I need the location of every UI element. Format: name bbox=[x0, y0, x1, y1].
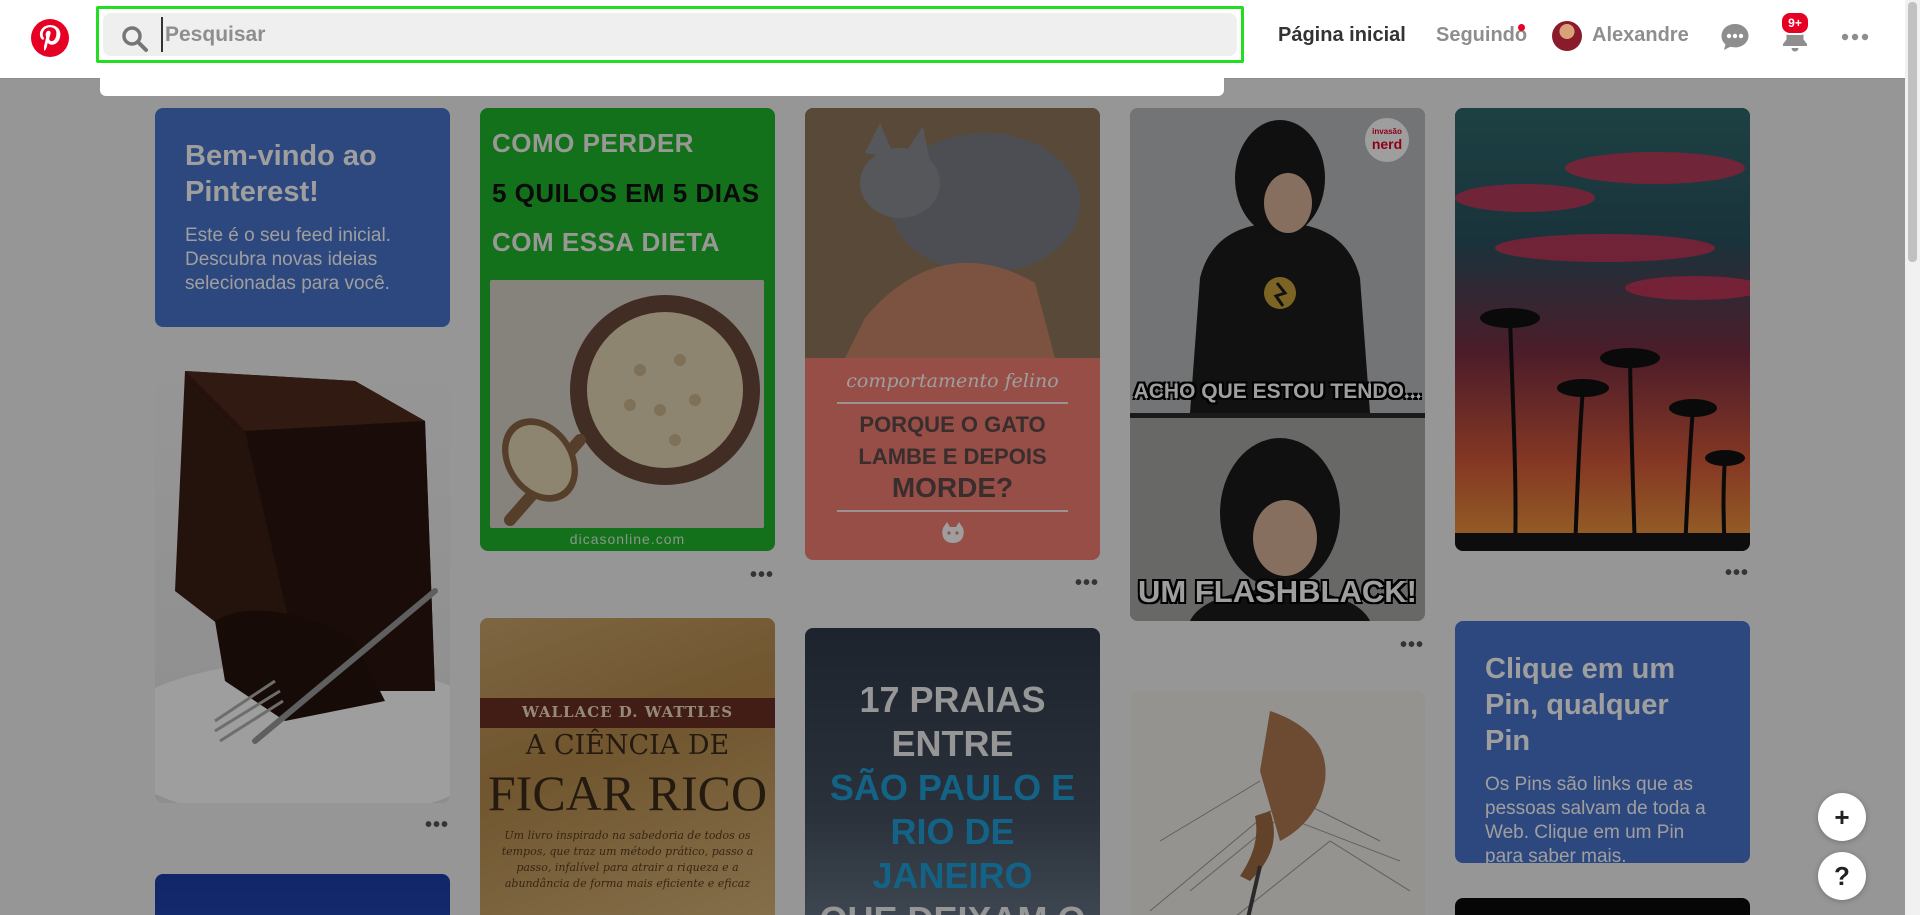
top-navigation-bar: Página inicial Seguindo Alexandre 9+ bbox=[0, 0, 1905, 78]
pin-cat[interactable]: comportamento felino PORQUE O GATO LAMBE… bbox=[805, 108, 1100, 560]
more-options-icon[interactable] bbox=[1838, 20, 1872, 54]
cat-subtitle: comportamento felino bbox=[846, 370, 1059, 392]
divider bbox=[837, 510, 1068, 512]
drawing-photo bbox=[1130, 691, 1425, 915]
diet-headline-1: COMO PERDER bbox=[492, 128, 694, 158]
meme-caption-top: ACHO QUE ESTOU TENDO... bbox=[1133, 380, 1422, 403]
pin-more-button[interactable]: ••• bbox=[1400, 635, 1424, 655]
search-input[interactable] bbox=[161, 17, 1223, 52]
beach-headline-5: JANEIRO bbox=[872, 855, 1033, 896]
pin-beaches[interactable]: 17 PRAIAS ENTRE SÃO PAULO E RIO DE JANEI… bbox=[805, 628, 1100, 915]
search-icon bbox=[122, 26, 148, 52]
cat-headline-3: MORDE? bbox=[891, 472, 1014, 503]
welcome-card[interactable]: Bem-vindo ao Pinterest! Este é o seu fee… bbox=[155, 108, 450, 327]
diet-headline-3: COM ESSA DIETA bbox=[492, 227, 721, 257]
diet-caption: dicasonline.com bbox=[569, 531, 686, 547]
beach-headline-2: ENTRE bbox=[891, 723, 1014, 764]
search-suggestions-dropdown bbox=[100, 78, 1224, 96]
pin-more-button[interactable]: ••• bbox=[425, 815, 449, 835]
notification-badge: 9+ bbox=[1780, 11, 1810, 35]
nav-profile-link[interactable]: Alexandre bbox=[1592, 24, 1689, 47]
beach-headline-1: 17 PRAIAS bbox=[859, 679, 1046, 720]
click-pin-card[interactable]: Clique em um Pin, qualquer Pin Os Pins s… bbox=[1455, 621, 1750, 863]
beach-headline-4: RIO DE bbox=[890, 811, 1015, 852]
divider bbox=[837, 402, 1068, 404]
beach-headline-6: QUE DEIXAM O bbox=[805, 898, 1100, 915]
welcome-card-title: Bem-vindo ao Pinterest! bbox=[185, 140, 377, 208]
pin-chocolate-cake[interactable] bbox=[155, 361, 450, 803]
avatar[interactable] bbox=[1552, 21, 1582, 51]
book-title-line-2: FICAR RICO bbox=[487, 765, 768, 821]
palm-sunset-photo bbox=[1455, 108, 1750, 551]
invasao-nerd-logo: invasão nerd bbox=[1365, 118, 1409, 162]
pin-drawing[interactable] bbox=[1130, 691, 1425, 915]
diet-headline-2: 5 QUILOS EM 5 DIAS bbox=[492, 178, 760, 208]
pin-more-button[interactable]: ••• bbox=[750, 565, 774, 585]
pinterest-logo-icon[interactable] bbox=[30, 18, 70, 58]
cat-headline-1: PORQUE O GATO bbox=[859, 412, 1046, 437]
oats-photo bbox=[490, 280, 764, 528]
book-subtitle: Um livro inspirado na sabedoria de todos… bbox=[501, 829, 754, 890]
book-author: WALLACE D. WATTLES bbox=[521, 703, 734, 721]
flash-photo-bottom: UM FLASHBLACK! bbox=[1130, 418, 1425, 621]
add-pin-button[interactable]: + bbox=[1818, 793, 1866, 841]
pin-diet[interactable]: COMO PERDER 5 QUILOS EM 5 DIAS COM ESSA … bbox=[480, 108, 775, 551]
search-box[interactable] bbox=[103, 13, 1237, 56]
beach-headline-3: SÃO PAULO E bbox=[829, 767, 1076, 808]
pin-flash-meme[interactable]: invasão nerd ACHO QUE ESTOU TENDO... UM … bbox=[1130, 108, 1425, 621]
pin-night-photo[interactable] bbox=[155, 874, 450, 915]
nav-home-link[interactable]: Página inicial bbox=[1278, 24, 1406, 47]
following-unread-dot bbox=[1518, 24, 1525, 31]
book-title-line-1: A CIÊNCIA DE bbox=[525, 730, 730, 761]
cat-headline-2: LAMBE E DEPOIS bbox=[858, 444, 1047, 469]
click-pin-card-text: Os Pins são links que as pessoas salvam … bbox=[1485, 774, 1706, 863]
search-bar-highlight bbox=[96, 6, 1244, 63]
pin-more-button[interactable]: ••• bbox=[1075, 573, 1099, 593]
nav-following-link[interactable]: Seguindo bbox=[1436, 24, 1527, 47]
pin-book[interactable]: WALLACE D. WATTLES A CIÊNCIA DE FICAR RI… bbox=[480, 618, 775, 915]
pin-palm-sunset[interactable] bbox=[1455, 108, 1750, 551]
cake-photo bbox=[155, 371, 450, 803]
pin-dark-photo[interactable] bbox=[1455, 898, 1750, 915]
pin-more-button[interactable]: ••• bbox=[1725, 563, 1749, 583]
meme-caption-bottom: UM FLASHBLACK! bbox=[1138, 574, 1417, 609]
click-pin-card-title: Clique em um Pin, qualquer Pin bbox=[1485, 653, 1676, 757]
cat-text-panel: comportamento felino PORQUE O GATO LAMBE… bbox=[805, 358, 1100, 560]
help-button[interactable]: ? bbox=[1818, 852, 1866, 900]
home-feed: Bem-vindo ao Pinterest! Este é o seu fee… bbox=[0, 78, 1905, 915]
chat-bubble-icon[interactable] bbox=[1718, 20, 1752, 54]
scrollbar-thumb[interactable] bbox=[1908, 2, 1917, 262]
flash-photo-top: invasão nerd ACHO QUE ESTOU TENDO... bbox=[1130, 108, 1425, 413]
cat-photo bbox=[805, 108, 1100, 358]
cat-face-icon bbox=[942, 522, 964, 543]
welcome-card-text: Este é o seu feed inicial. Descubra nova… bbox=[185, 225, 391, 294]
